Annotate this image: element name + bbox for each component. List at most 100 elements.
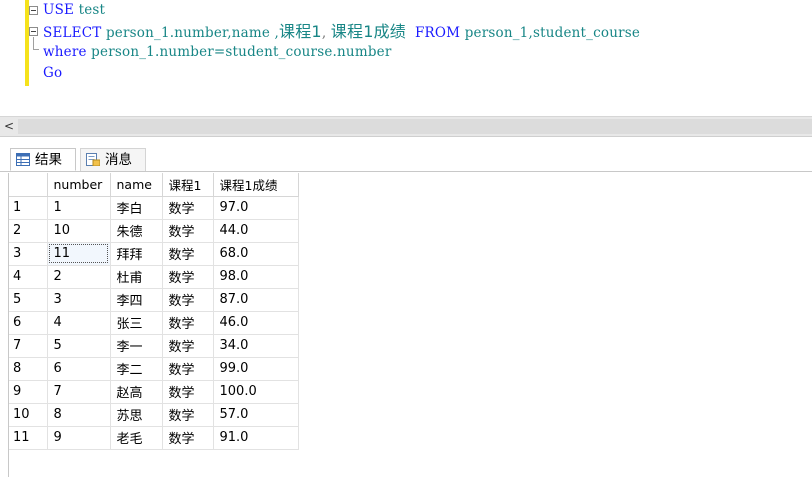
message-icon (86, 153, 100, 166)
column-header-course1-score[interactable]: 课程1成绩 (213, 173, 299, 197)
cell-name[interactable]: 朱德 (110, 219, 163, 243)
cell-score[interactable]: 100.0 (213, 380, 299, 404)
column-header-number[interactable]: number (47, 173, 111, 197)
cell-name[interactable]: 李白 (110, 196, 163, 220)
code-text: person_1.number,name , (101, 25, 280, 41)
cell-score[interactable]: 98.0 (213, 265, 299, 289)
cell-course1[interactable]: 数学 (162, 242, 214, 266)
row-number-header[interactable] (9, 173, 48, 197)
table-row[interactable]: 9 7 赵高 数学 100.0 (9, 380, 299, 404)
cell-course1[interactable]: 数学 (162, 403, 214, 427)
editor-horizontal-scrollbar[interactable]: < (0, 116, 812, 136)
cell-number[interactable]: 10 (47, 219, 111, 243)
cell-score[interactable]: 87.0 (213, 288, 299, 312)
row-number[interactable]: 11 (9, 426, 48, 450)
scroll-left-arrow-icon[interactable]: < (0, 117, 18, 136)
cell-name[interactable]: 老毛 (110, 426, 163, 450)
cell-course1[interactable]: 数学 (162, 334, 214, 358)
cell-name[interactable]: 张三 (110, 311, 163, 335)
keyword-use: USE (43, 2, 75, 18)
tab-messages-label: 消息 (105, 152, 132, 168)
table-row[interactable]: 5 3 李四 数学 87.0 (9, 288, 299, 312)
cell-course1[interactable]: 数学 (162, 357, 214, 381)
code-line-4[interactable]: Go (43, 63, 62, 84)
row-number[interactable]: 9 (9, 380, 48, 404)
cell-score[interactable]: 44.0 (213, 219, 299, 243)
column-header-course1[interactable]: 课程1 (162, 173, 214, 197)
tab-results[interactable]: 结果 (10, 148, 76, 171)
code-text: person_1.number=student_course.number (86, 44, 392, 60)
code-line-3[interactable]: where person_1.number=student_course.num… (43, 42, 392, 63)
cell-course1[interactable]: 数学 (162, 219, 214, 243)
fold-collapse-icon[interactable] (29, 27, 38, 36)
cell-number[interactable]: 2 (47, 265, 111, 289)
tab-messages[interactable]: 消息 (80, 148, 146, 171)
table-row[interactable]: 4 2 杜甫 数学 98.0 (9, 265, 299, 289)
cell-number[interactable]: 6 (47, 357, 111, 381)
cell-number[interactable]: 8 (47, 403, 111, 427)
cell-name[interactable]: 李二 (110, 357, 163, 381)
fold-collapse-icon[interactable] (29, 6, 38, 15)
cell-course1[interactable]: 数学 (162, 426, 214, 450)
row-number[interactable]: 2 (9, 219, 48, 243)
code-line-1[interactable]: USE test (43, 0, 105, 21)
cell-number[interactable]: 9 (47, 426, 111, 450)
cell-score[interactable]: 68.0 (213, 242, 299, 266)
table-row[interactable]: 2 10 朱德 数学 44.0 (9, 219, 299, 243)
results-grid[interactable]: number name 课程1 课程1成绩 1 1 李白 数学 97.0 2 1… (8, 173, 812, 477)
row-number[interactable]: 10 (9, 403, 48, 427)
cell-course1[interactable]: 数学 (162, 196, 214, 220)
table-row[interactable]: 11 9 老毛 数学 91.0 (9, 426, 299, 450)
code-text: , (321, 25, 331, 41)
cell-number[interactable]: 1 (47, 196, 111, 220)
cell-course1[interactable]: 数学 (162, 265, 214, 289)
cell-score[interactable]: 99.0 (213, 357, 299, 381)
grid-icon (16, 153, 30, 166)
row-number[interactable]: 5 (9, 288, 48, 312)
keyword-go: Go (43, 65, 63, 81)
code-text: 课程1 (279, 22, 322, 41)
keyword-where: where (43, 44, 87, 60)
scrollbar-track[interactable] (18, 119, 812, 134)
sql-editor[interactable]: USE test SELECT person_1.number,name ,课程… (0, 0, 812, 116)
code-text: 课程1成绩 (330, 22, 406, 41)
cell-name[interactable]: 赵高 (110, 380, 163, 404)
cell-number-selected[interactable]: 11 (47, 242, 111, 266)
column-header-name[interactable]: name (110, 173, 163, 197)
cell-name[interactable]: 李四 (110, 288, 163, 312)
row-number[interactable]: 6 (9, 311, 48, 335)
cell-name[interactable]: 苏思 (110, 403, 163, 427)
cell-number[interactable]: 5 (47, 334, 111, 358)
table-row[interactable]: 6 4 张三 数学 46.0 (9, 311, 299, 335)
row-number[interactable]: 1 (9, 196, 48, 220)
cell-score[interactable]: 34.0 (213, 334, 299, 358)
table-row[interactable]: 3 11 拜拜 数学 68.0 (9, 242, 299, 266)
cell-number[interactable]: 4 (47, 311, 111, 335)
row-number[interactable]: 4 (9, 265, 48, 289)
cell-name[interactable]: 李一 (110, 334, 163, 358)
row-number[interactable]: 8 (9, 357, 48, 381)
cell-score[interactable]: 57.0 (213, 403, 299, 427)
results-tab-bar: 结果 消息 (0, 136, 812, 172)
cell-name[interactable]: 拜拜 (110, 242, 163, 266)
table-row[interactable]: 1 1 李白 数学 97.0 (9, 196, 299, 220)
cell-score[interactable]: 46.0 (213, 311, 299, 335)
cell-score[interactable]: 97.0 (213, 196, 299, 220)
cell-score[interactable]: 91.0 (213, 426, 299, 450)
cell-course1[interactable]: 数学 (162, 380, 214, 404)
table-row[interactable]: 7 5 李一 数学 34.0 (9, 334, 299, 358)
cell-course1[interactable]: 数学 (162, 311, 214, 335)
cell-number[interactable]: 7 (47, 380, 111, 404)
code-text: person_1,student_course (460, 25, 641, 41)
table-row[interactable]: 10 8 苏思 数学 57.0 (9, 403, 299, 427)
cell-number[interactable]: 3 (47, 288, 111, 312)
code-text: test (74, 2, 106, 18)
cell-course1[interactable]: 数学 (162, 288, 214, 312)
row-number[interactable]: 7 (9, 334, 48, 358)
row-number[interactable]: 3 (9, 242, 48, 266)
keyword-from: FROM (414, 25, 461, 41)
cell-name[interactable]: 杜甫 (110, 265, 163, 289)
table-row[interactable]: 8 6 李二 数学 99.0 (9, 357, 299, 381)
code-line-2[interactable]: SELECT person_1.number,name ,课程1, 课程1成绩 … (43, 21, 640, 42)
